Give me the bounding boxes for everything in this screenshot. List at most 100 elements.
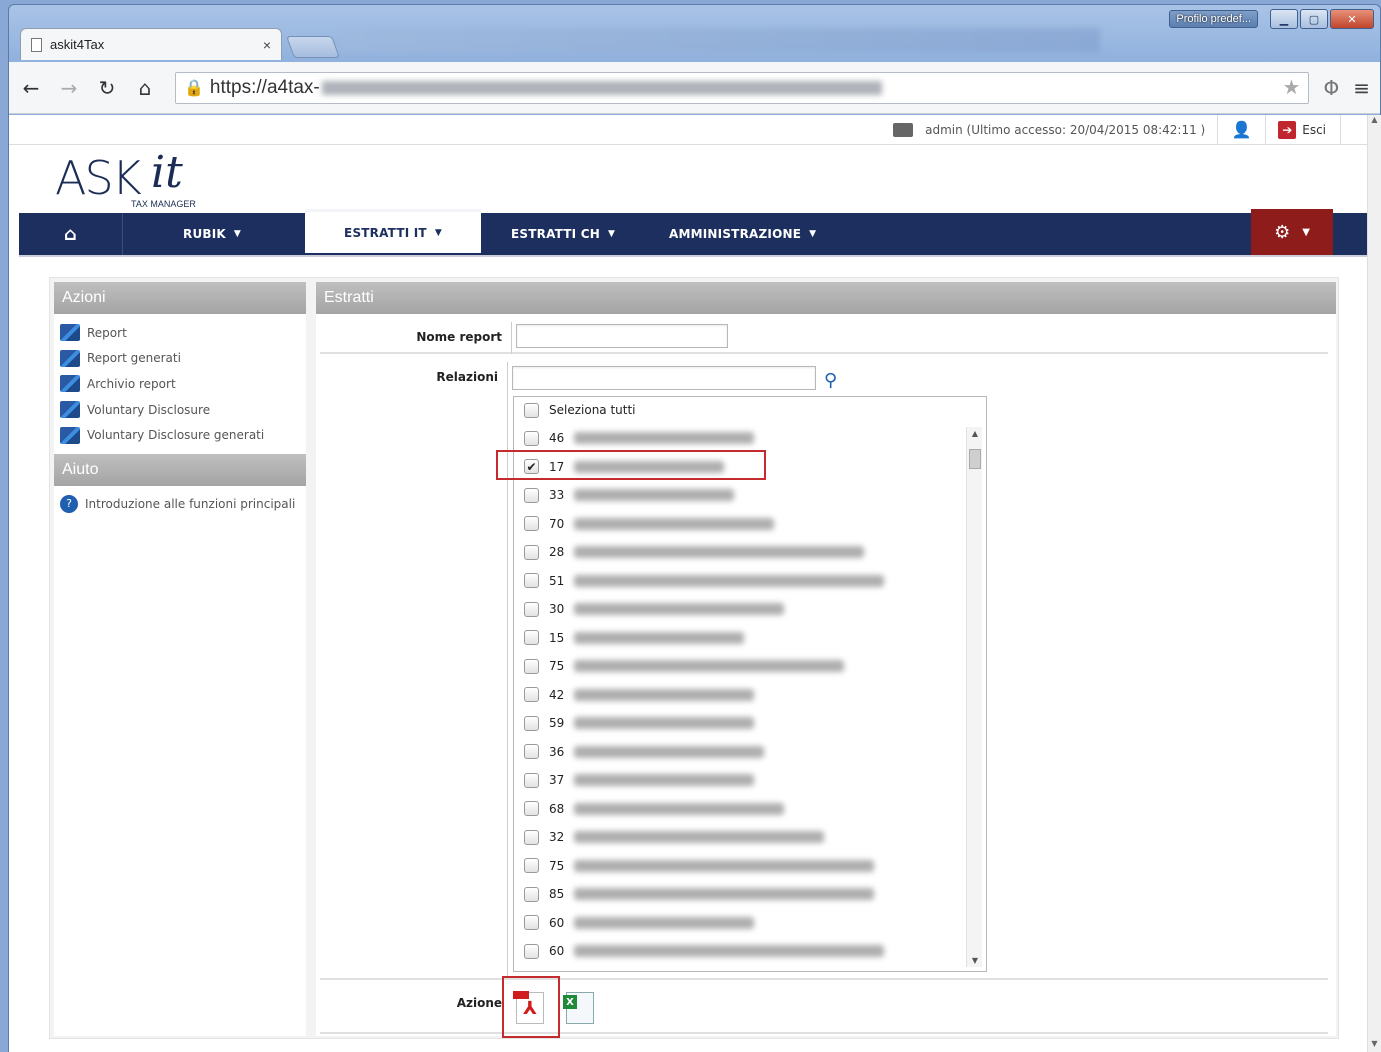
relazione-checkbox[interactable]: [524, 630, 539, 645]
relazione-option[interactable]: 60: [524, 912, 755, 934]
home-icon[interactable]: ⌂: [133, 76, 157, 100]
user-icon[interactable]: 👤: [1218, 114, 1267, 145]
select-all-checkbox[interactable]: [524, 402, 539, 418]
browser-tab[interactable]: askit4Tax ×: [20, 28, 282, 60]
relazione-option[interactable]: 75: [524, 655, 845, 677]
excel-band: X: [563, 995, 577, 1009]
relazione-checkbox[interactable]: [524, 430, 539, 446]
relazione-code: 15: [549, 630, 565, 645]
nome-report-input[interactable]: [516, 324, 728, 348]
listbox-scrollbar[interactable]: ▲ ▼: [966, 427, 982, 967]
relazione-name-blurred: [574, 603, 785, 615]
chevron-down-icon: ▼: [1302, 226, 1310, 238]
relazione-option[interactable]: 33: [524, 484, 735, 506]
minimize-button[interactable]: ▁: [1270, 9, 1298, 29]
relazione-checkbox[interactable]: [524, 801, 539, 816]
relazione-option[interactable]: 28: [524, 541, 865, 563]
sidebar-item-report[interactable]: Report: [60, 320, 300, 346]
relazione-checkbox[interactable]: [524, 544, 539, 560]
relazione-checkbox[interactable]: [524, 886, 539, 902]
nav-rubik[interactable]: RUBIK ▼: [183, 213, 241, 255]
nav-estratti-ch[interactable]: ESTRATTI CH ▼: [511, 213, 615, 255]
settings-menu[interactable]: ⚙ ▼: [1251, 209, 1333, 255]
relazione-checkbox[interactable]: [524, 744, 539, 759]
sidebar-item-report-generati[interactable]: Report generati: [60, 346, 300, 372]
relazione-checkbox[interactable]: [524, 687, 539, 702]
relazione-name-blurred: [574, 945, 885, 957]
relazione-option[interactable]: 70: [524, 513, 775, 535]
nav-estratti-it[interactable]: ESTRATTI IT ▼: [305, 209, 481, 253]
lock-icon: 🔒: [184, 79, 204, 97]
user-info: admin (Ultimo accesso: 20/04/2015 08:42:…: [925, 114, 1219, 145]
forward-icon[interactable]: →: [57, 76, 81, 100]
scroll-up-icon[interactable]: ▲: [967, 429, 983, 438]
relazione-code: 30: [549, 602, 565, 616]
relazione-checkbox[interactable]: [524, 487, 539, 503]
relazione-option[interactable]: 59: [524, 712, 755, 734]
relazione-checkbox[interactable]: [524, 658, 539, 674]
reload-icon[interactable]: ↻: [95, 76, 119, 100]
profile-button[interactable]: Profilo predef...: [1169, 10, 1258, 28]
nav-estratti-it-label: ESTRATTI IT: [344, 225, 427, 240]
relazioni-input[interactable]: [512, 366, 816, 390]
close-window-button[interactable]: ✕: [1330, 9, 1374, 29]
maximize-button[interactable]: ▢: [1300, 9, 1328, 29]
relazione-option[interactable]: 46: [524, 427, 755, 449]
relazione-option[interactable]: 75: [524, 855, 875, 877]
tab-close-icon[interactable]: ×: [263, 37, 271, 53]
excel-export-icon[interactable]: X: [563, 992, 594, 1024]
relazione-checkbox[interactable]: [524, 516, 539, 531]
nav-home[interactable]: ⌂: [19, 213, 123, 255]
sidebar-item-voluntary-disclosure[interactable]: Voluntary Disclosure: [60, 397, 300, 423]
relazione-option[interactable]: 30: [524, 598, 785, 620]
relazione-checkbox[interactable]: [524, 573, 539, 588]
logout-button[interactable]: ➔ Esci: [1266, 114, 1341, 145]
extension-icon[interactable]: Φ: [1323, 76, 1339, 100]
relazione-option[interactable]: 37: [524, 769, 755, 791]
relazione-option[interactable]: 15: [524, 627, 745, 649]
relazione-checkbox[interactable]: [524, 601, 539, 617]
relazione-option[interactable]: 36: [524, 741, 765, 763]
relazione-code: 85: [549, 887, 565, 901]
search-icon[interactable]: ⚲: [824, 370, 837, 391]
browser-menu-icon[interactable]: ≡: [1353, 76, 1370, 100]
relazione-checkbox[interactable]: [524, 915, 539, 930]
relazione-checkbox[interactable]: [524, 772, 539, 788]
page-scrollbar[interactable]: ▲ ▼: [1367, 115, 1381, 1052]
relazione-option[interactable]: 85: [524, 883, 875, 905]
page-scroll-up-icon[interactable]: ▲: [1368, 115, 1381, 124]
aiuto-header: Aiuto: [54, 453, 306, 486]
relazione-name-blurred: [574, 859, 875, 872]
help-item-introduzione[interactable]: ? Introduzione alle funzioni principali: [60, 494, 300, 514]
sidebar-item-archivio-report[interactable]: Archivio report: [60, 371, 300, 397]
main-navbar: ⌂ RUBIK ▼ ESTRATTI IT ▼ ESTRATTI CH ▼ AMMIN…: [19, 209, 1367, 257]
relazione-option[interactable]: 60: [524, 940, 885, 962]
azioni-header: Azioni: [54, 282, 306, 314]
scroll-thumb[interactable]: [969, 449, 981, 469]
relazione-name-blurred: [574, 831, 825, 843]
relazione-name-blurred: [574, 517, 775, 530]
relazione-option[interactable]: 51: [524, 570, 885, 592]
select-all-option[interactable]: Seleziona tutti: [524, 399, 636, 421]
logo-subtitle: TAX MANAGER: [131, 199, 196, 209]
relazione-checkbox[interactable]: [524, 715, 539, 731]
sidebar-item-voluntary-disclosure-generati[interactable]: Voluntary Disclosure generati: [60, 422, 300, 448]
page-scroll-down-icon[interactable]: ▼: [1368, 1039, 1381, 1048]
url-text: https://a4tax-: [209, 76, 320, 98]
relazione-checkbox[interactable]: [524, 829, 539, 845]
relazioni-label: Relazioni: [436, 370, 498, 384]
relazione-option[interactable]: 32: [524, 826, 825, 848]
relazione-name-blurred: [574, 916, 755, 929]
relazione-name-blurred: [574, 631, 745, 644]
scroll-down-icon[interactable]: ▼: [967, 956, 983, 965]
nav-amministrazione[interactable]: AMMINISTRAZIONE ▼: [669, 213, 816, 255]
relazione-checkbox[interactable]: [524, 943, 539, 959]
relazione-option[interactable]: 68: [524, 798, 785, 820]
new-tab-button[interactable]: [285, 36, 341, 58]
bookmark-star-icon[interactable]: ★: [1283, 75, 1301, 100]
back-icon[interactable]: ←: [19, 76, 43, 100]
address-bar[interactable]: 🔒 https://a4tax- ★: [175, 71, 1310, 104]
azioni-list: Report Report generati Archivio report V…: [54, 314, 306, 454]
relazione-option[interactable]: 42: [524, 684, 755, 706]
relazione-checkbox[interactable]: [524, 858, 539, 873]
